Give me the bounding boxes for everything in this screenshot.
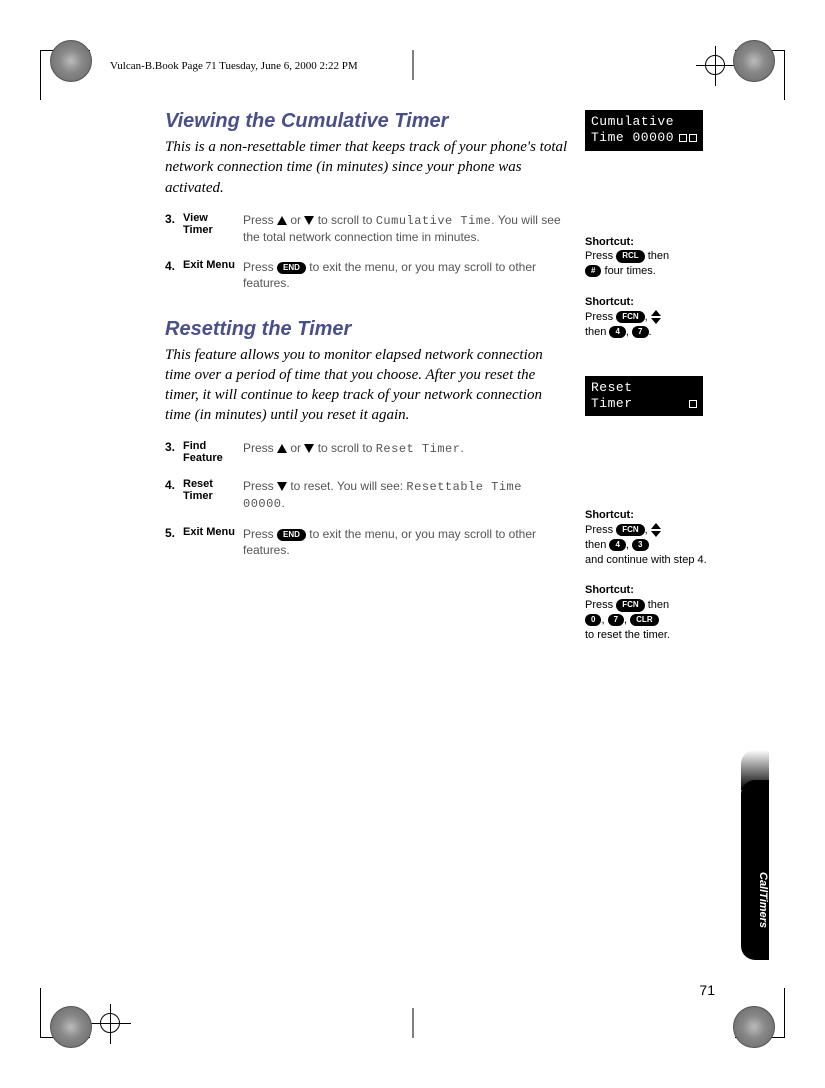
step-body: Press or to scroll to Cumulative Time. Y… xyxy=(243,212,570,245)
shortcut-box: Shortcut: Press FCN, then 4, 7. xyxy=(585,295,725,340)
step-label: Exit Menu xyxy=(183,526,243,558)
digit-key-icon: 4 xyxy=(609,539,625,551)
step-row: 3. View Timer Press or to scroll to Cumu… xyxy=(165,212,570,245)
digit-key-icon: 7 xyxy=(632,326,648,338)
digit-key-icon: 7 xyxy=(608,614,624,626)
step-body: Press END to exit the menu, or you may s… xyxy=(243,526,570,558)
down-arrow-icon xyxy=(304,216,314,225)
up-arrow-icon xyxy=(277,216,287,225)
lcd-icons xyxy=(679,134,697,142)
section-intro: This feature allows you to monitor elaps… xyxy=(165,345,570,426)
lcd-line: Cumulative xyxy=(591,114,697,130)
step-num: 5. xyxy=(165,526,183,558)
step-num: 4. xyxy=(165,259,183,291)
corner-medallion xyxy=(733,40,775,82)
step-label: Find Feature xyxy=(183,440,243,464)
step-num: 3. xyxy=(165,212,183,245)
section-title-reset: Resetting the Timer xyxy=(165,318,570,341)
section-intro: This is a non-resettable timer that keep… xyxy=(165,137,570,198)
shortcut-box: Shortcut: Press RCL then # four times. xyxy=(585,235,725,280)
step-body: Press to reset. You will see: Resettable… xyxy=(243,478,570,512)
lcd-display-reset: Reset Timer xyxy=(585,376,703,417)
fcn-key-icon: FCN xyxy=(616,599,644,611)
page-header: Vulcan-B.Book Page 71 Tuesday, June 6, 2… xyxy=(110,60,358,72)
digit-key-icon: 3 xyxy=(632,539,648,551)
step-num: 4. xyxy=(165,478,183,512)
corner-medallion xyxy=(50,1006,92,1048)
step-body: Press END to exit the menu, or you may s… xyxy=(243,259,570,291)
lcd-line: Timer xyxy=(591,396,633,412)
step-body: Press or to scroll to Reset Timer. xyxy=(243,440,570,464)
registration-mark xyxy=(705,55,725,75)
crop-mark xyxy=(412,1008,413,1038)
end-key-icon: END xyxy=(277,529,306,541)
rcl-key-icon: RCL xyxy=(616,250,644,262)
step-row: 4. Exit Menu Press END to exit the menu,… xyxy=(165,259,570,291)
fcn-key-icon: FCN xyxy=(616,524,644,536)
steps-list: 3. Find Feature Press or to scroll to Re… xyxy=(165,440,570,559)
lcd-line: Time 00000 xyxy=(591,130,674,146)
end-key-icon: END xyxy=(277,262,306,274)
lcd-display-cumulative: Cumulative Time 00000 xyxy=(585,110,703,151)
crop-mark xyxy=(412,50,413,80)
section-title-cumulative: Viewing the Cumulative Timer xyxy=(165,110,570,133)
step-label: Exit Menu xyxy=(183,259,243,291)
step-num: 3. xyxy=(165,440,183,464)
steps-list: 3. View Timer Press or to scroll to Cumu… xyxy=(165,212,570,292)
page-number: 71 xyxy=(699,982,715,998)
hash-key-icon: # xyxy=(585,265,601,277)
lcd-line: Reset xyxy=(591,380,697,396)
lcd-icons xyxy=(689,400,697,408)
side-tab: CallTimers xyxy=(741,780,769,960)
digit-key-icon: 0 xyxy=(585,614,601,626)
down-arrow-icon xyxy=(304,444,314,453)
step-label: View Timer xyxy=(183,212,243,245)
clr-key-icon: CLR xyxy=(630,614,658,626)
corner-medallion xyxy=(50,40,92,82)
updown-arrow-icon xyxy=(651,523,661,537)
registration-mark xyxy=(100,1013,120,1033)
down-arrow-icon xyxy=(277,482,287,491)
fcn-key-icon: FCN xyxy=(616,311,644,323)
digit-key-icon: 4 xyxy=(609,326,625,338)
updown-arrow-icon xyxy=(651,310,661,324)
up-arrow-icon xyxy=(277,444,287,453)
step-row: 4. Reset Timer Press to reset. You will … xyxy=(165,478,570,512)
corner-medallion xyxy=(733,1006,775,1048)
step-row: 3. Find Feature Press or to scroll to Re… xyxy=(165,440,570,464)
step-label: Reset Timer xyxy=(183,478,243,512)
shortcut-box: Shortcut: Press FCN then 0, 7, CLR to re… xyxy=(585,583,725,642)
step-row: 5. Exit Menu Press END to exit the menu,… xyxy=(165,526,570,558)
shortcut-box: Shortcut: Press FCN, then 4, 3 and conti… xyxy=(585,508,725,567)
